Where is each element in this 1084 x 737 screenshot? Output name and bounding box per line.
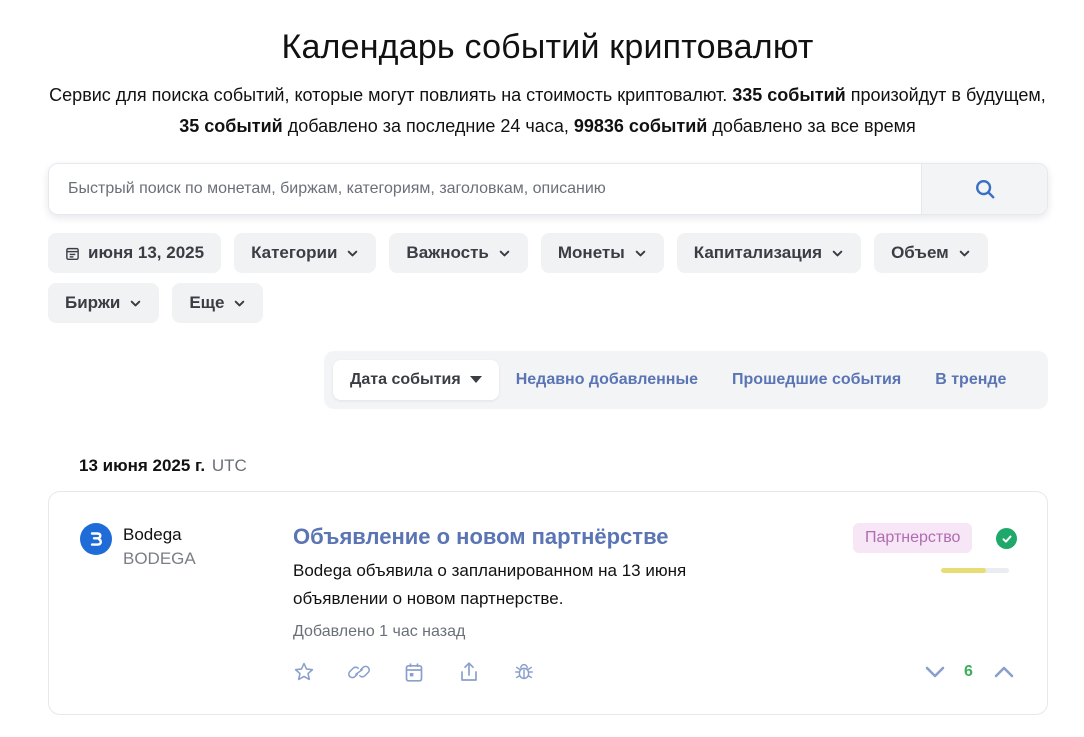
- filter-exchanges[interactable]: Биржи: [48, 283, 160, 323]
- total-events-count: 99836 событий: [573, 116, 708, 136]
- event-description: Bodega объявила о запланированном на 13 …: [293, 561, 687, 608]
- chevron-down-icon: [129, 297, 142, 310]
- filter-bar: июня 13, 2025 Категории Важность Монеты …: [48, 233, 1048, 323]
- bodega-logo-icon: [90, 532, 102, 546]
- filter-importance[interactable]: Важность: [389, 233, 528, 273]
- search-icon: [975, 180, 994, 199]
- bug-icon: [515, 664, 533, 680]
- chevron-down-icon: [233, 297, 246, 310]
- date-group-header: 13 июня 2025 г. UTC: [79, 456, 247, 476]
- recent-events-count: 35 событий: [179, 116, 283, 136]
- chevron-up-icon: [994, 666, 1014, 678]
- coin-symbol: BODEGA: [123, 549, 196, 568]
- calendar-icon: [65, 246, 80, 261]
- page-subtitle: Сервис для поиска событий, которые могут…: [49, 85, 1046, 136]
- search-input[interactable]: [49, 164, 921, 214]
- share-button[interactable]: [457, 660, 481, 684]
- vote-count: 6: [964, 663, 973, 680]
- event-title[interactable]: Объявление о новом партнёрстве: [293, 524, 669, 550]
- tab-recently-added[interactable]: Недавно добавленные: [499, 371, 715, 389]
- chevron-down-icon: [831, 247, 844, 260]
- verified-icon: [996, 528, 1017, 549]
- favorite-button[interactable]: [292, 660, 316, 684]
- share-icon: [461, 662, 477, 681]
- tab-past-events[interactable]: Прошедшие события: [715, 371, 918, 389]
- future-events-count: 335 событий: [732, 85, 846, 105]
- caret-down-icon: [469, 376, 482, 384]
- group-timezone: UTC: [211, 456, 247, 475]
- event-added-time: Добавлено 1 час назад: [293, 623, 466, 640]
- tab-event-date[interactable]: Дата события: [333, 360, 499, 400]
- event-card: Bodega BODEGA Объявление о новом партнёр…: [48, 491, 1048, 715]
- copy-link-button[interactable]: [347, 660, 371, 684]
- category-badge[interactable]: Партнерство: [853, 523, 973, 553]
- page-title: Календарь событий криптовалют: [281, 28, 814, 66]
- coin-logo[interactable]: [80, 523, 112, 555]
- confidence-bar-fill: [941, 568, 986, 573]
- chevron-down-icon: [925, 666, 945, 678]
- coin-name[interactable]: Bodega: [123, 525, 182, 545]
- link-icon: [348, 665, 370, 679]
- search-button[interactable]: [921, 164, 1047, 214]
- filter-categories[interactable]: Категории: [234, 233, 377, 273]
- chevron-down-icon: [634, 247, 647, 260]
- add-to-calendar-button[interactable]: [402, 660, 426, 684]
- tab-trending[interactable]: В тренде: [918, 371, 1023, 389]
- filter-capitalization[interactable]: Капитализация: [676, 233, 862, 273]
- report-bug-button[interactable]: [512, 660, 536, 684]
- calendar-icon: [405, 663, 423, 682]
- star-icon: [294, 662, 314, 681]
- chevron-down-icon: [498, 247, 511, 260]
- group-date: 13 июня 2025 г.: [79, 456, 206, 475]
- confidence-bar: [941, 568, 1009, 573]
- filter-volume[interactable]: Объем: [874, 233, 988, 273]
- vote-controls: 6: [923, 660, 1016, 684]
- filter-date[interactable]: июня 13, 2025: [48, 233, 222, 273]
- downvote-button[interactable]: [923, 660, 947, 684]
- upvote-button[interactable]: [992, 660, 1016, 684]
- filter-date-label: июня 13, 2025: [88, 243, 205, 262]
- filter-more[interactable]: Еще: [172, 283, 264, 323]
- filter-coins[interactable]: Монеты: [540, 233, 664, 273]
- chevron-down-icon: [958, 247, 971, 260]
- chevron-down-icon: [346, 247, 359, 260]
- search-bar: [48, 163, 1048, 215]
- sort-tabs: Дата события Недавно добавленные Прошедш…: [324, 351, 1048, 409]
- event-actions: [292, 660, 536, 684]
